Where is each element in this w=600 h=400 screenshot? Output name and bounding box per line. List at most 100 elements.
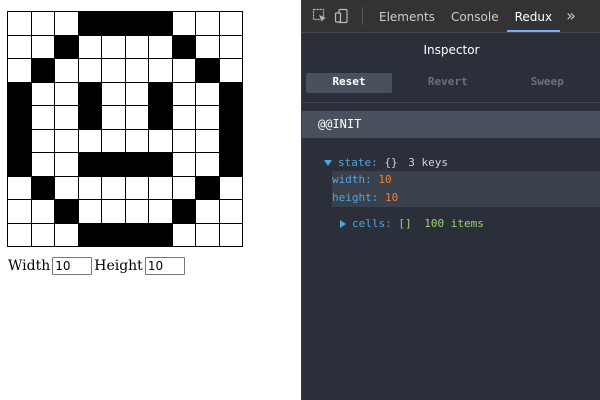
height-input[interactable] <box>144 257 185 275</box>
grid-cell[interactable] <box>219 153 243 177</box>
grid-cell[interactable] <box>78 82 102 106</box>
action-item[interactable]: @@INIT <box>302 111 600 138</box>
grid-cell[interactable] <box>55 223 79 247</box>
grid-cell[interactable] <box>55 129 79 153</box>
grid-cell[interactable] <box>125 82 149 106</box>
more-tabs-icon[interactable]: » <box>560 0 582 32</box>
expand-arrow-icon[interactable] <box>324 160 332 166</box>
grid-cell[interactable] <box>196 12 220 36</box>
grid-cell[interactable] <box>31 12 55 36</box>
grid-cell[interactable] <box>78 153 102 177</box>
grid-cell[interactable] <box>219 176 243 200</box>
grid-cell[interactable] <box>55 59 79 83</box>
grid-cell[interactable] <box>102 12 126 36</box>
grid-cell[interactable] <box>196 106 220 130</box>
grid-cell[interactable] <box>172 35 196 59</box>
grid-cell[interactable] <box>31 129 55 153</box>
grid-cell[interactable] <box>31 200 55 224</box>
grid-cell[interactable] <box>172 82 196 106</box>
grid-cell[interactable] <box>55 153 79 177</box>
grid-cell[interactable] <box>219 200 243 224</box>
grid-cell[interactable] <box>78 59 102 83</box>
grid-cell[interactable] <box>78 12 102 36</box>
grid-cell[interactable] <box>78 35 102 59</box>
grid-cell[interactable] <box>219 82 243 106</box>
device-toggle-icon[interactable] <box>332 6 352 26</box>
grid-cell[interactable] <box>219 59 243 83</box>
grid-cell[interactable] <box>55 176 79 200</box>
grid-cell[interactable] <box>172 12 196 36</box>
grid-cell[interactable] <box>8 176 32 200</box>
grid-cell[interactable] <box>149 12 173 36</box>
grid-cell[interactable] <box>125 106 149 130</box>
grid-cell[interactable] <box>102 82 126 106</box>
width-input[interactable] <box>52 257 93 275</box>
grid-cell[interactable] <box>172 129 196 153</box>
grid-cell[interactable] <box>172 59 196 83</box>
grid-cell[interactable] <box>172 106 196 130</box>
grid-cell[interactable] <box>196 176 220 200</box>
grid-cell[interactable] <box>149 200 173 224</box>
state-node[interactable]: state: {} 3 keys <box>324 154 600 172</box>
grid-cell[interactable] <box>219 12 243 36</box>
grid-cell[interactable] <box>196 200 220 224</box>
grid-cell[interactable] <box>8 82 32 106</box>
grid-cell[interactable] <box>55 82 79 106</box>
grid-cell[interactable] <box>125 129 149 153</box>
grid-cell[interactable] <box>31 153 55 177</box>
grid-cell[interactable] <box>149 59 173 83</box>
grid-cell[interactable] <box>8 59 32 83</box>
grid-cell[interactable] <box>149 129 173 153</box>
grid-cell[interactable] <box>102 129 126 153</box>
sweep-button[interactable]: Sweep <box>498 73 598 93</box>
reset-button[interactable]: Reset <box>306 73 392 93</box>
grid-cell[interactable] <box>196 59 220 83</box>
grid-cell[interactable] <box>196 129 220 153</box>
grid-cell[interactable] <box>196 35 220 59</box>
revert-button[interactable]: Revert <box>398 73 498 93</box>
grid-cell[interactable] <box>8 129 32 153</box>
grid-cell[interactable] <box>78 200 102 224</box>
grid-cell[interactable] <box>219 35 243 59</box>
grid-cell[interactable] <box>219 129 243 153</box>
grid-cell[interactable] <box>31 35 55 59</box>
grid-cell[interactable] <box>149 35 173 59</box>
grid-cell[interactable] <box>125 200 149 224</box>
grid-cell[interactable] <box>102 223 126 247</box>
grid-cell[interactable] <box>78 106 102 130</box>
cells-node[interactable]: cells: [] 100 items <box>340 215 600 233</box>
grid-cell[interactable] <box>172 200 196 224</box>
grid-cell[interactable] <box>102 106 126 130</box>
grid-cell[interactable] <box>78 223 102 247</box>
grid-cell[interactable] <box>196 223 220 247</box>
grid-cell[interactable] <box>31 176 55 200</box>
grid-cell[interactable] <box>149 106 173 130</box>
grid-cell[interactable] <box>149 153 173 177</box>
grid-cell[interactable] <box>102 35 126 59</box>
grid-cell[interactable] <box>149 82 173 106</box>
grid-cell[interactable] <box>55 35 79 59</box>
grid-cell[interactable] <box>8 12 32 36</box>
tab-elements[interactable]: Elements <box>371 0 443 32</box>
grid-cell[interactable] <box>172 176 196 200</box>
grid-cell[interactable] <box>219 223 243 247</box>
grid-cell[interactable] <box>196 82 220 106</box>
grid-cell[interactable] <box>102 176 126 200</box>
grid-cell[interactable] <box>8 106 32 130</box>
grid-cell[interactable] <box>149 223 173 247</box>
grid-cell[interactable] <box>55 106 79 130</box>
grid-cell[interactable] <box>219 106 243 130</box>
tab-console[interactable]: Console <box>443 0 507 32</box>
collapse-arrow-icon[interactable] <box>340 220 346 228</box>
grid-cell[interactable] <box>55 12 79 36</box>
grid-cell[interactable] <box>102 59 126 83</box>
inspect-element-icon[interactable] <box>310 6 330 26</box>
grid-cell[interactable] <box>8 223 32 247</box>
tab-redux[interactable]: Redux <box>506 0 561 32</box>
grid-cell[interactable] <box>31 59 55 83</box>
grid-cell[interactable] <box>125 153 149 177</box>
grid-cell[interactable] <box>8 200 32 224</box>
grid-cell[interactable] <box>78 129 102 153</box>
grid-cell[interactable] <box>149 176 173 200</box>
grid-cell[interactable] <box>125 59 149 83</box>
